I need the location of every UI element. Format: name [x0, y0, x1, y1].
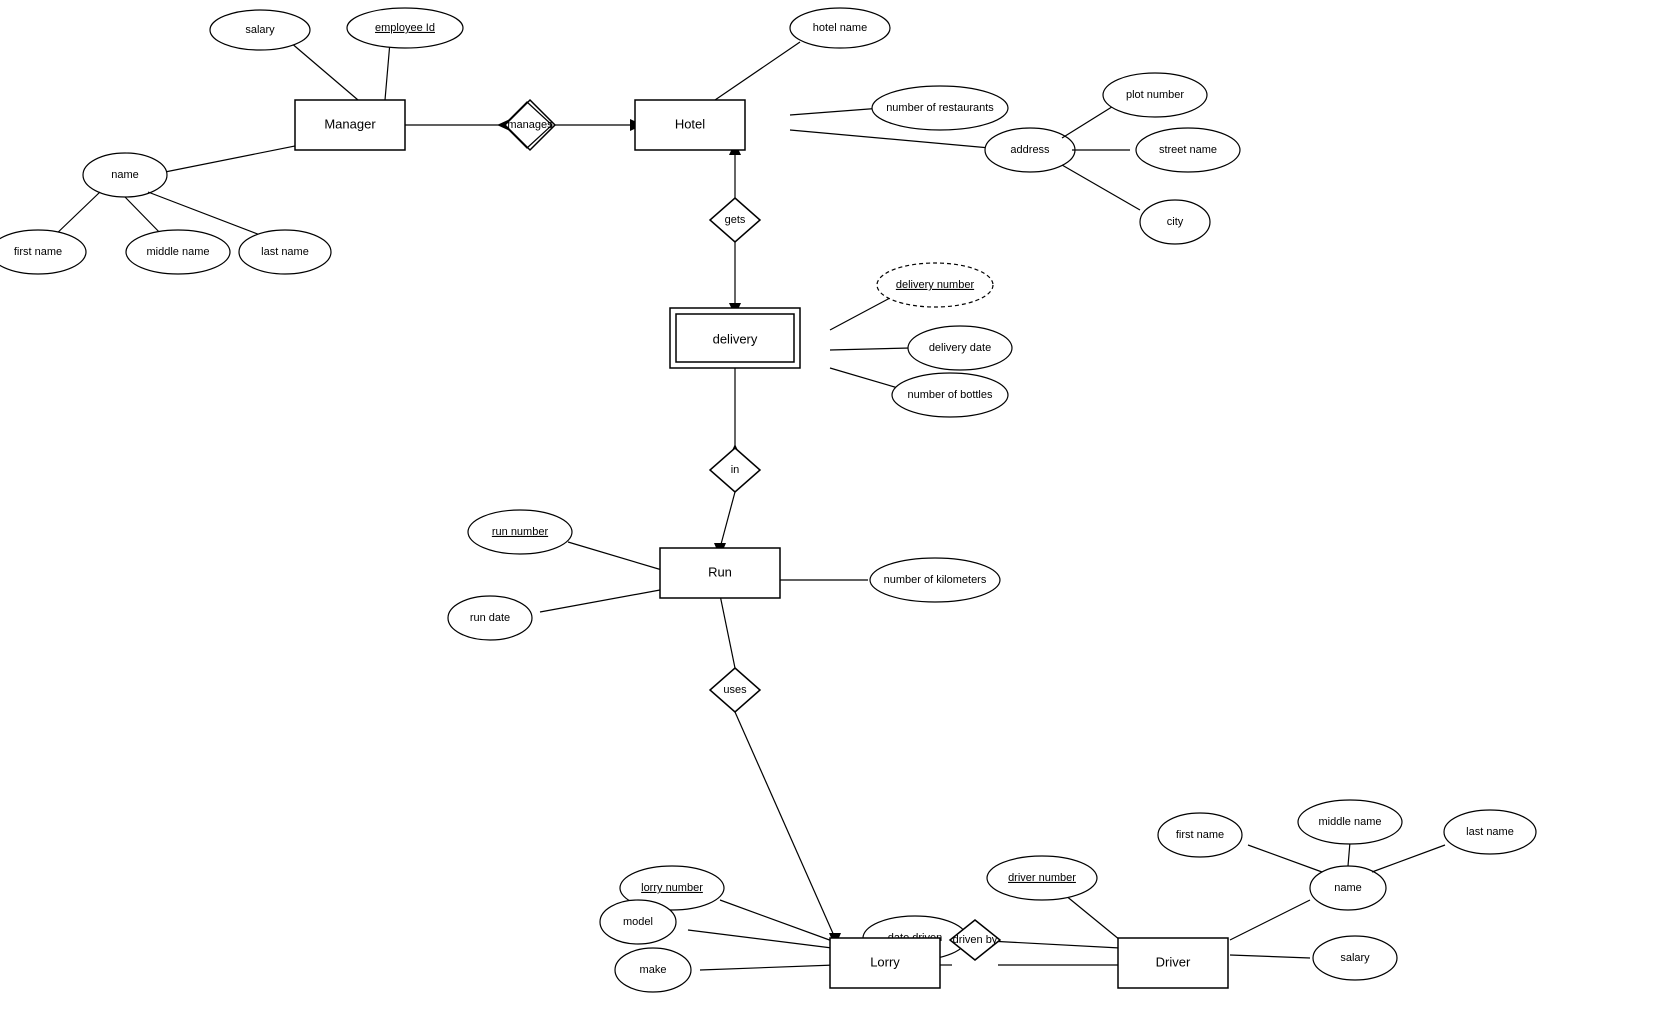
svg-text:street name: street name: [1159, 144, 1217, 156]
manages-label: manages: [507, 119, 553, 131]
svg-text:run number: run number: [492, 526, 549, 538]
svg-text:hotel name: hotel name: [813, 22, 867, 34]
svg-text:first name: first name: [1176, 829, 1224, 841]
svg-text:last name: last name: [1466, 826, 1514, 838]
svg-text:name: name: [111, 169, 139, 181]
svg-text:run date: run date: [470, 612, 510, 624]
lorry-label: Lorry: [870, 954, 900, 969]
svg-text:first name: first name: [14, 246, 62, 258]
svg-text:number of restaurants: number of restaurants: [886, 102, 994, 114]
svg-text:last name: last name: [261, 246, 309, 258]
svg-text:name: name: [1334, 882, 1362, 894]
manager-label: Manager: [324, 116, 376, 131]
svg-text:number of bottles: number of bottles: [908, 389, 993, 401]
svg-text:number of kilometers: number of kilometers: [884, 574, 987, 586]
driver-label: Driver: [1156, 954, 1191, 969]
hotel-label: Hotel: [675, 116, 705, 131]
svg-text:employee Id: employee Id: [375, 22, 435, 34]
svg-text:city: city: [1167, 216, 1184, 228]
svg-text:driver number: driver number: [1008, 872, 1076, 884]
svg-text:lorry number: lorry number: [641, 882, 703, 894]
svg-text:model: model: [623, 916, 653, 928]
svg-text:salary: salary: [245, 24, 275, 36]
driven-by-label: driven by: [953, 934, 998, 946]
svg-text:delivery number: delivery number: [896, 279, 975, 291]
svg-text:delivery date: delivery date: [929, 342, 991, 354]
svg-text:address: address: [1010, 144, 1050, 156]
svg-text:salary: salary: [1340, 952, 1370, 964]
uses-label: uses: [723, 684, 747, 696]
gets-label: gets: [725, 214, 746, 226]
svg-text:middle name: middle name: [147, 246, 210, 258]
svg-text:make: make: [640, 964, 667, 976]
in-label: in: [731, 464, 740, 476]
svg-text:middle name: middle name: [1319, 816, 1382, 828]
delivery-label: delivery: [713, 331, 758, 346]
run-label: Run: [708, 564, 732, 579]
svg-text:plot number: plot number: [1126, 89, 1184, 101]
